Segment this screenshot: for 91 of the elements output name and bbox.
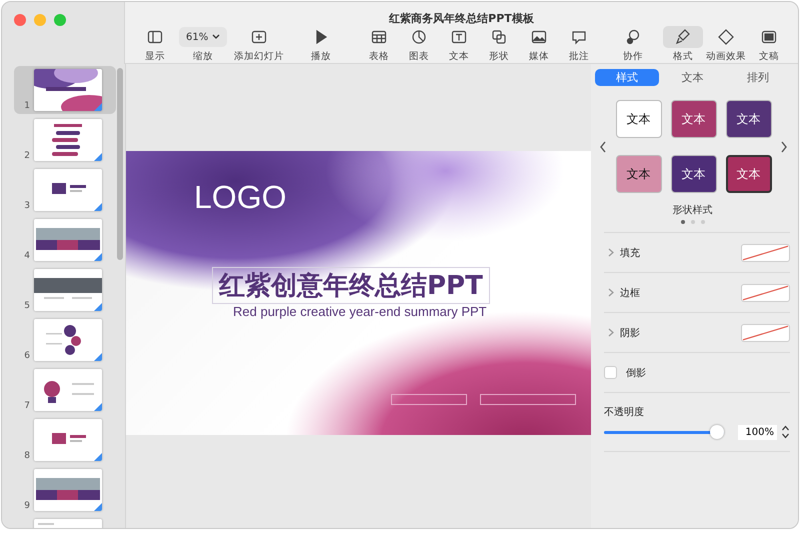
toolbar-label: 图表: [408, 50, 430, 63]
slide-thumbnail-row[interactable]: 3: [14, 166, 116, 214]
toolbar-label: 媒体: [528, 50, 550, 63]
opacity-slider[interactable]: [604, 424, 724, 440]
slide-number: 4: [23, 251, 30, 261]
speech-bubble-icon: [571, 29, 588, 45]
style-swatch[interactable]: 文本: [670, 100, 716, 138]
slide-number: 5: [23, 301, 30, 311]
image-icon: [531, 29, 548, 45]
slide-thumbnail-drawing: [34, 269, 102, 311]
text-box-icon: [451, 29, 468, 45]
slide-thumbnail-row[interactable]: 2: [14, 116, 116, 164]
stepper-icon[interactable]: [781, 424, 790, 440]
chevron-right-icon[interactable]: [780, 140, 788, 152]
inspector-tab[interactable]: 排列: [726, 69, 790, 86]
slide-thumbnail-drawing: [34, 469, 102, 511]
toolbar-label: 格式: [672, 50, 694, 63]
plus-square-icon: [251, 29, 268, 45]
style-swatch[interactable]: 文本: [616, 155, 662, 193]
slide-number: 6: [23, 351, 30, 361]
slide-subtitle: Red purple creative year-end summary PPT: [233, 304, 487, 319]
zoom-dropdown[interactable]: 61%: [179, 27, 228, 47]
slide-number: 2: [23, 151, 30, 161]
style-swatch[interactable]: 文本: [616, 100, 662, 138]
toolbar-label: 显示: [144, 50, 166, 63]
toolbar-label: 文本: [448, 50, 470, 63]
document-icon: [761, 29, 778, 45]
scrollbar-thumb[interactable]: [117, 68, 123, 260]
checkbox[interactable]: [604, 366, 617, 379]
slide-thumbnail-row[interactable]: 7: [14, 366, 116, 414]
color-well[interactable]: [741, 324, 790, 342]
inspector-tab[interactable]: 样式: [595, 69, 659, 86]
sidebar-icon: [147, 29, 163, 45]
toolbar-label: 表格: [368, 50, 390, 63]
paintbrush-icon: [675, 29, 692, 45]
toolbar-label: 缩放: [192, 50, 214, 63]
chevron-icon: [212, 34, 220, 40]
toolbar-label: 形状: [488, 50, 510, 63]
slide-thumbnail-row[interactable]: 4: [14, 216, 116, 264]
chevron-left-icon[interactable]: [599, 140, 607, 152]
toolbar-label: 批注: [568, 50, 590, 63]
window-title: 红紫商务风年终总结PPT模板: [389, 11, 534, 26]
style-swatch[interactable]: 文本: [726, 100, 772, 138]
pie-chart-icon: [411, 29, 428, 45]
slide-thumbnail-row[interactable]: 6: [14, 316, 116, 364]
style-swatch[interactable]: 文本: [670, 155, 716, 193]
logo-text: LOGO: [194, 179, 286, 216]
slide-thumbnail-drawing: [34, 319, 102, 361]
no-color-icon: [742, 284, 789, 300]
color-well[interactable]: [741, 284, 790, 302]
slide-thumbnail-drawing: [34, 419, 102, 461]
color-well[interactable]: [741, 244, 790, 262]
slide-thumbnail-drawing: [34, 369, 102, 411]
property-label: 边框: [620, 286, 641, 300]
page-dot[interactable]: [680, 220, 684, 224]
page-dot[interactable]: [700, 220, 704, 224]
inspector-tab[interactable]: 文本: [660, 69, 724, 86]
slide-title: 红紫创意年终总结PPT: [212, 267, 490, 304]
slide-thumbnail-row[interactable]: 1: [14, 66, 116, 114]
opacity-field[interactable]: 100%: [738, 424, 777, 440]
slide-thumbnail-drawing: [34, 219, 102, 261]
property-label: 填充: [620, 246, 641, 260]
property-label: 阴影: [620, 326, 641, 340]
toolbar-label: 协作: [622, 50, 644, 63]
opacity-label: 不透明度: [604, 406, 645, 419]
diamond-icon: [718, 29, 734, 45]
slide-thumbnail-drawing: [34, 69, 102, 111]
toolbar-label: 添加幻灯片: [233, 50, 286, 63]
toolbar-label: 文稿: [758, 50, 780, 63]
table-icon: [371, 29, 388, 45]
page-dot[interactable]: [690, 220, 694, 224]
slide-thumbnail-drawing: [34, 169, 102, 211]
slide-thumbnail-row[interactable]: 5: [14, 266, 116, 314]
toolbar-label: 动画效果: [705, 50, 748, 63]
style-swatch[interactable]: 文本: [726, 155, 772, 193]
slide-number: 7: [23, 401, 30, 411]
slide-number: 1: [23, 101, 30, 111]
no-color-icon: [742, 324, 789, 340]
slide-number: 8: [23, 451, 30, 461]
slide-number: 9: [23, 501, 30, 511]
format-tool-button[interactable]: [663, 26, 704, 48]
slide-thumbnail-row[interactable]: 9: [14, 466, 116, 514]
toolbar-label: 播放: [310, 50, 332, 63]
section-caption: 形状样式: [672, 204, 714, 217]
checkbox-label: 倒影: [626, 366, 647, 380]
no-color-icon: [742, 244, 789, 260]
slide-thumbnail-drawing: [34, 119, 102, 161]
slide-number: 3: [23, 201, 30, 211]
slide-thumbnail-row[interactable]: 8: [14, 416, 116, 464]
people-icon: [625, 29, 642, 45]
shapes-icon: [491, 29, 508, 45]
